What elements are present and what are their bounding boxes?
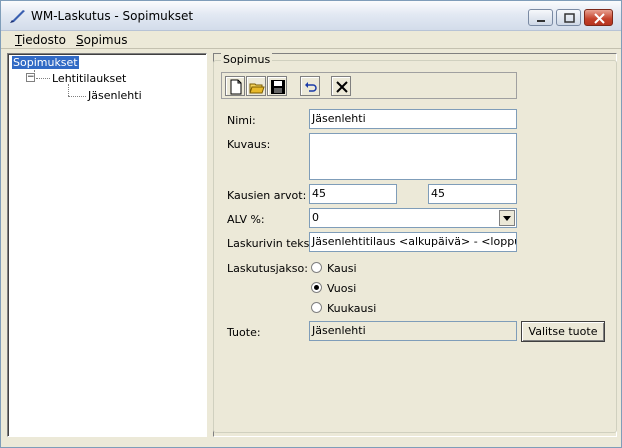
select-product-button[interactable]: Valitse tuote <box>521 321 605 342</box>
delete-x-icon <box>336 81 348 93</box>
chevron-down-icon <box>503 216 511 221</box>
title-bar[interactable]: WM-Laskutus - Sopimukset <box>1 1 621 31</box>
save-disk-icon <box>271 80 285 94</box>
period-value-1-field[interactable]: 45 <box>309 184 397 204</box>
window-title: WM-Laskutus - Sopimukset <box>31 9 194 23</box>
delete-button[interactable] <box>331 76 351 96</box>
description-field[interactable] <box>309 133 517 180</box>
app-quill-icon <box>10 10 25 23</box>
radio-vuosi[interactable] <box>311 282 322 293</box>
period-values-label: Kausien arvot: <box>227 189 307 202</box>
tree-item-sopimukset[interactable]: Sopimukset <box>12 56 79 69</box>
product-field: Jäsenlehti <box>309 321 517 341</box>
radio-selected-dot <box>314 285 319 290</box>
tree-line <box>36 78 50 79</box>
maximize-button[interactable] <box>556 9 581 26</box>
tree-item-jasenlehti[interactable]: Jäsenlehti <box>88 89 142 102</box>
new-button[interactable] <box>225 76 245 96</box>
close-button[interactable] <box>584 9 613 26</box>
vat-select[interactable]: 0 <box>309 208 517 228</box>
undo-button[interactable] <box>300 76 320 96</box>
invoice-row-text-field[interactable]: Jäsenlehtitilaus <alkupäivä> - <loppupäi… <box>309 232 517 252</box>
invoice-row-text-label: Laskurivin teksti: <box>227 237 321 250</box>
tree-collapse-icon[interactable]: − <box>26 73 35 82</box>
menu-sopimus[interactable]: Sopimus <box>76 33 127 47</box>
toolbar <box>221 72 517 99</box>
dropdown-button[interactable] <box>499 210 515 226</box>
tree-line <box>68 96 86 97</box>
new-document-icon <box>230 79 242 95</box>
agreement-tree[interactable]: Sopimukset − Lehtitilaukset Jäsenlehti <box>7 53 207 437</box>
vat-selected-value: 0 <box>312 211 319 224</box>
radio-kausi-label[interactable]: Kausi <box>327 262 357 275</box>
billing-period-label: Laskutusjakso: <box>227 262 308 275</box>
app-window: WM-Laskutus - Sopimukset Tiedosto Sopimu… <box>0 0 622 448</box>
minimize-button[interactable] <box>528 9 553 26</box>
radio-kuukausi[interactable] <box>311 302 322 313</box>
save-button[interactable] <box>267 76 287 96</box>
close-icon <box>594 13 605 24</box>
menu-tiedosto[interactable]: Tiedosto <box>15 33 66 47</box>
radio-vuosi-label[interactable]: Vuosi <box>327 282 356 295</box>
vat-label: ALV %: <box>227 213 265 226</box>
name-field[interactable]: Jäsenlehti <box>309 109 517 129</box>
maximize-icon <box>564 13 575 23</box>
period-value-2-field[interactable]: 45 <box>428 184 517 204</box>
radio-kuukausi-label[interactable]: Kuukausi <box>327 302 376 315</box>
radio-kausi[interactable] <box>311 262 322 273</box>
tree-item-lehtitilaukset[interactable]: Lehtitilaukset <box>52 72 126 85</box>
description-label: Kuvaus: <box>227 138 271 151</box>
menu-bar: Tiedosto Sopimus <box>1 31 621 49</box>
name-label: Nimi: <box>227 114 256 127</box>
open-folder-icon <box>249 83 265 94</box>
minimize-icon <box>537 20 545 22</box>
product-label: Tuote: <box>227 326 261 339</box>
undo-icon <box>305 82 317 92</box>
tree-line <box>68 84 69 96</box>
open-button[interactable] <box>246 76 266 96</box>
group-label: Sopimus <box>221 53 273 66</box>
